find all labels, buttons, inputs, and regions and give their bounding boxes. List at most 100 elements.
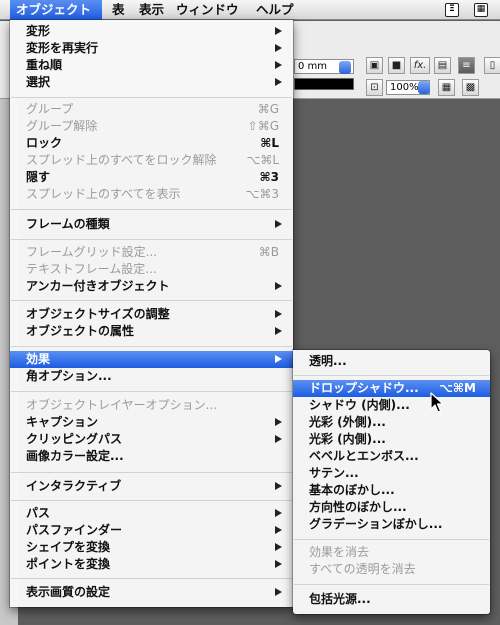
menu-item-label: グループ解除 (26, 119, 98, 133)
submenu-arrow-icon (275, 560, 282, 568)
menu-item-clipping-path[interactable]: クリッピングパス (10, 431, 293, 448)
menu-item-captions[interactable]: キャプション (10, 414, 293, 431)
menubar: オブジェクト 表 表示 ウィンドウ ヘルプ Ξ ▦ (0, 0, 500, 20)
menu-item-convert-point[interactable]: ポイントを変換 (10, 556, 293, 573)
stroke-type-swatch[interactable] (294, 78, 354, 90)
menu-item-transform-again[interactable]: 変形を再実行 (10, 40, 293, 57)
align-icon[interactable]: ▯ (484, 57, 500, 74)
menu-item-label: ベベルとエンボス... (309, 449, 419, 463)
menu-item-corner-options[interactable]: 角オプション... (10, 368, 293, 385)
menu-item-image-color-settings[interactable]: 画像カラー設定... (10, 448, 293, 465)
submenu-arrow-icon (275, 78, 282, 86)
submenu-arrow-icon (275, 418, 282, 426)
menu-item-hide[interactable]: 隠す ⌘3 (10, 169, 293, 186)
menu-item-fitting[interactable]: オブジェクトサイズの調整 (10, 306, 293, 323)
menu-object[interactable]: オブジェクト (10, 0, 102, 20)
menu-item-object-attributes[interactable]: オブジェクトの属性 (10, 323, 293, 340)
menu-item-label: 隠す (26, 170, 51, 184)
menu-table[interactable]: 表 (106, 0, 131, 20)
menu-item-ungroup[interactable]: グループ解除 ⇧⌘G (10, 118, 293, 135)
menu-item-paths[interactable]: パス (10, 505, 293, 522)
menu-separator (11, 346, 292, 347)
menu-item-effects[interactable]: 効果 (10, 351, 293, 368)
menu-item-anchored-object[interactable]: アンカー付きオブジェクト (10, 278, 293, 295)
object-menu: 変形 変形を再実行 重ね順 選択 グループ ⌘G グループ解除 ⇧⌘G ロック ⌘L … (10, 20, 293, 607)
menu-item-frame-type[interactable]: フレームの種類 (10, 216, 293, 233)
menu-item-label: オブジェクトレイヤーオプション... (26, 398, 218, 412)
submenu-arrow-icon (275, 27, 282, 35)
menu-item-display-performance[interactable]: 表示画質の設定 (10, 584, 293, 601)
menu-item-object-layer-options[interactable]: オブジェクトレイヤーオプション... (10, 397, 293, 414)
menu-item-lock[interactable]: ロック ⌘L (10, 135, 293, 152)
menu-separator (11, 578, 292, 579)
calendar-icon[interactable]: ▦ (474, 3, 488, 17)
menu-item-frame-grid-options[interactable]: フレームグリッド設定... ⌘B (10, 244, 293, 261)
menu-item-shortcut: ⌘3 (259, 170, 279, 184)
submenu-item-clear-effects[interactable]: 効果を消去 (293, 544, 490, 561)
menu-window[interactable]: ウィンドウ (170, 0, 245, 20)
wrap-object-icon[interactable]: ▩ (462, 79, 479, 96)
menu-item-arrange[interactable]: 重ね順 (10, 57, 293, 74)
submenu-item-outer-glow[interactable]: 光彩 (外側)... (293, 414, 490, 431)
menu-item-group[interactable]: グループ ⌘G (10, 101, 293, 118)
submenu-item-gradient-feather[interactable]: グラデーションぼかし... (293, 516, 490, 533)
submenu-arrow-icon (275, 543, 282, 551)
submenu-arrow-icon (275, 435, 282, 443)
submenu-item-satin[interactable]: サテン... (293, 465, 490, 482)
menu-help[interactable]: ヘルプ (250, 0, 300, 20)
submenu-arrow-icon (275, 526, 282, 534)
menu-item-show-all[interactable]: スプレッド上のすべてを表示 ⌥⌘3 (10, 186, 293, 203)
text-wrap-icon[interactable]: ≡ (458, 57, 475, 74)
menu-item-label: 表示画質の設定 (26, 585, 111, 599)
submenu-arrow-icon (275, 310, 282, 318)
menu-item-label: アンカー付きオブジェクト (26, 279, 170, 293)
menu-item-label: パスファインダー (26, 523, 123, 537)
menu-item-shortcut: ⌘G (257, 102, 279, 116)
menu-item-label: 光彩 (外側)... (309, 415, 386, 429)
menu-item-unlock-all[interactable]: スプレッド上のすべてをロック解除 ⌥⌘L (10, 152, 293, 169)
submenu-item-inner-glow[interactable]: 光彩 (内側)... (293, 431, 490, 448)
stroke-weight-field[interactable]: 0 mm (294, 59, 354, 74)
zoom-stepper-icon[interactable] (418, 81, 430, 94)
submenu-arrow-icon (275, 44, 282, 52)
frame-fit-icon[interactable]: ▣ (366, 57, 383, 74)
menu-item-label: オブジェクトサイズの調整 (26, 307, 170, 321)
stepper-icon[interactable] (339, 61, 351, 74)
fill-frame-icon[interactable]: ▤ (434, 57, 451, 74)
menu-item-shortcut: ⌥⌘L (246, 153, 279, 167)
submenu-arrow-icon (275, 220, 282, 228)
menu-item-shortcut: ⌘B (258, 245, 279, 259)
menu-item-label: 効果を消去 (309, 545, 370, 559)
menu-item-transform[interactable]: 変形 (10, 23, 293, 40)
submenu-item-transparency[interactable]: 透明... (293, 353, 490, 370)
menu-separator (294, 375, 489, 376)
zoom-value: 100% (390, 82, 419, 93)
menu-item-label: インタラクティブ (26, 479, 122, 493)
submenu-item-clear-all-transparency[interactable]: すべての透明を消去 (293, 561, 490, 578)
menu-item-select[interactable]: 選択 (10, 74, 293, 91)
submenu-item-directional-feather[interactable]: 方向性のぼかし... (293, 499, 490, 516)
menu-item-label: 光彩 (内側)... (309, 432, 386, 446)
menu-item-label: 変形を再実行 (26, 41, 99, 55)
submenu-item-bevel-emboss[interactable]: ベベルとエンボス... (293, 448, 490, 465)
submenu-item-inner-shadow[interactable]: シャドウ (内側)... (293, 397, 490, 414)
menu-item-label: 画像カラー設定... (26, 449, 124, 463)
submenu-item-global-light[interactable]: 包括光源... (293, 591, 490, 608)
object-style-icon[interactable]: ▦ (438, 79, 455, 96)
menu-item-convert-shape[interactable]: シェイプを変換 (10, 539, 293, 556)
menu-item-label: 効果 (26, 352, 51, 366)
menu-separator (11, 300, 292, 301)
panel-icon[interactable]: Ξ (445, 3, 459, 17)
menu-view[interactable]: 表示 (133, 0, 170, 20)
menu-item-label: フレームグリッド設定... (26, 245, 158, 259)
menu-item-text-frame-options[interactable]: テキストフレーム設定... (10, 261, 293, 278)
menu-item-pathfinder[interactable]: パスファインダー (10, 522, 293, 539)
menu-item-label: クリッピングパス (26, 432, 123, 446)
menu-item-label: ドロップシャドウ... (309, 381, 419, 395)
scale-icon[interactable]: ⊡ (366, 79, 383, 96)
menu-item-interactive[interactable]: インタラクティブ (10, 478, 293, 495)
effects-icon[interactable]: fx. (410, 57, 430, 74)
submenu-item-basic-feather[interactable]: 基本のぼかし... (293, 482, 490, 499)
submenu-item-drop-shadow[interactable]: ドロップシャドウ... ⌥⌘M (293, 380, 490, 397)
square-icon[interactable]: ■ (388, 57, 405, 74)
